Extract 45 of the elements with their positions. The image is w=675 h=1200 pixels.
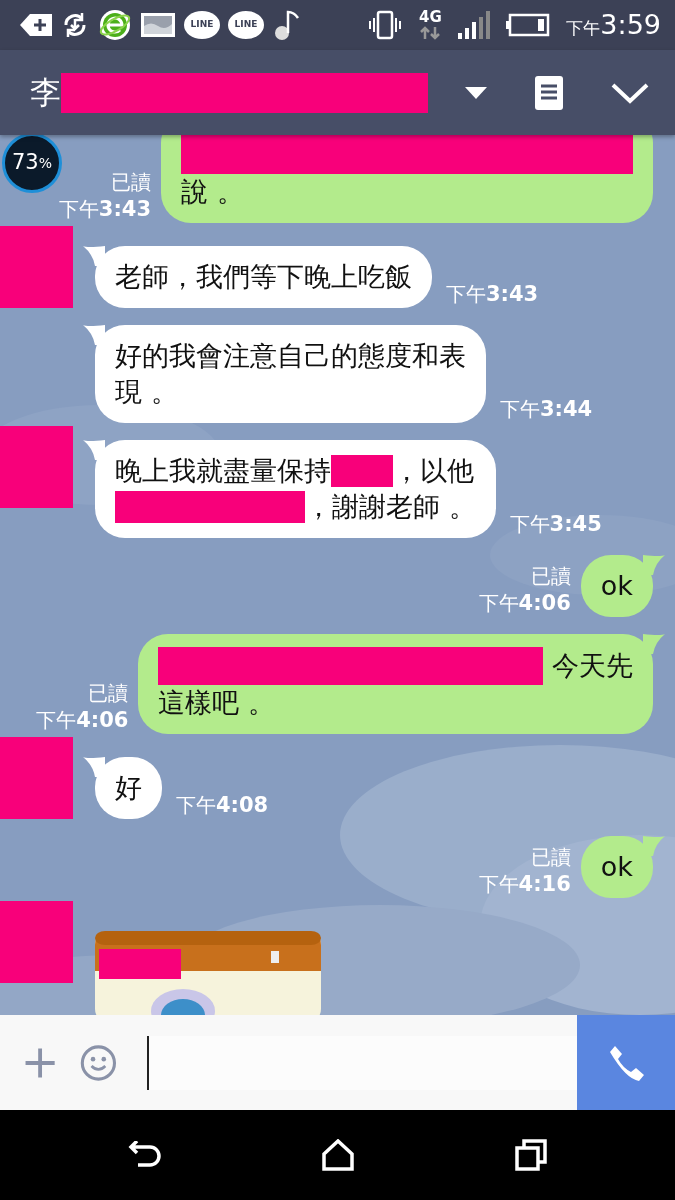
- message-text: 好: [115, 771, 142, 805]
- timestamp: 下午3:45: [509, 511, 602, 538]
- data-arrows-icon: [418, 24, 443, 41]
- back-icon[interactable]: [128, 1141, 163, 1169]
- read-receipt: 已讀: [529, 844, 571, 871]
- call-button[interactable]: [577, 1015, 675, 1110]
- timestamp: 下午4:06: [36, 707, 129, 734]
- line-app-icon: LINE: [228, 11, 264, 39]
- message-text: ok: [600, 850, 633, 884]
- message-text: 今天先: [551, 649, 633, 683]
- vibrate-icon: [368, 10, 403, 40]
- message-text: ok: [600, 569, 633, 603]
- message-input-field[interactable]: [147, 1035, 577, 1090]
- browser-icon: [98, 8, 132, 42]
- image-icon: [140, 11, 176, 39]
- message-text: 說 。: [181, 175, 244, 209]
- dropdown-caret-icon[interactable]: [465, 86, 487, 99]
- line-app-icon: LINE: [184, 11, 220, 39]
- clock: 下午3:59: [566, 7, 661, 42]
- message-text: 好的我會注意自己的態度和表: [115, 339, 466, 373]
- message-text: ，以他: [393, 454, 474, 488]
- timestamp: 下午4:06: [478, 590, 571, 617]
- message-text: 老師，我們等下晚上吃飯: [115, 260, 412, 294]
- notes-icon[interactable]: [535, 75, 563, 110]
- timestamp: 下午4:08: [176, 792, 269, 819]
- chevron-down-icon[interactable]: [611, 81, 649, 104]
- read-receipt: 已讀: [529, 563, 571, 590]
- timestamp: 下午3:43: [446, 281, 539, 308]
- timestamp: 下午3:43: [58, 196, 151, 223]
- timestamp: 下午4:16: [478, 871, 571, 898]
- home-icon[interactable]: [322, 1139, 355, 1171]
- message-text: 現 。: [115, 375, 178, 409]
- message-text: 晚上我就盡量保持: [115, 454, 331, 488]
- network-label: 4G: [419, 9, 442, 25]
- redaction-block: [331, 455, 393, 487]
- read-receipt: 已讀: [110, 169, 151, 196]
- recent-apps-icon[interactable]: [514, 1139, 547, 1171]
- read-receipt: 已讀: [87, 680, 129, 707]
- message-text: 這樣吧 。: [158, 686, 275, 720]
- chat-title: 李: [30, 73, 61, 113]
- message-text: ，謝謝老師 。: [305, 490, 476, 524]
- signal-icon: [458, 11, 491, 39]
- timestamp: 下午3:44: [500, 396, 593, 423]
- add-tag-icon: [20, 12, 52, 38]
- battery-icon: [506, 13, 551, 37]
